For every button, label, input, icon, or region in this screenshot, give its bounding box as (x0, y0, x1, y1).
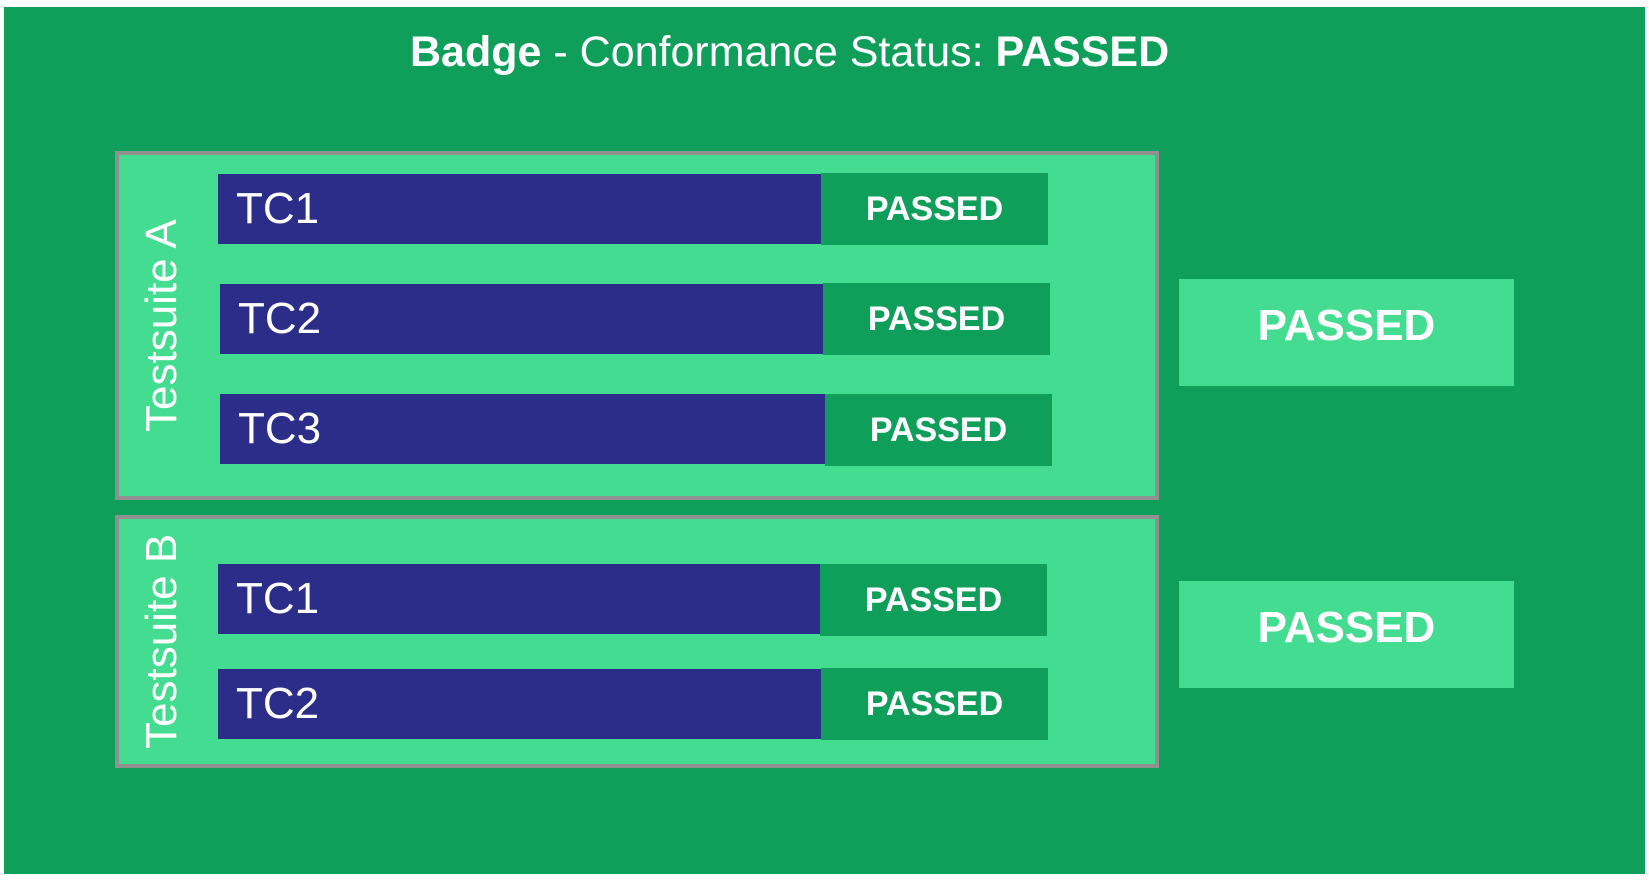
testcase-name: TC2 (218, 669, 821, 739)
badge-title-bold: Badge (410, 28, 542, 76)
testsuite-a-result: PASSED (1179, 279, 1514, 386)
testsuite-a-label: Testsuite A (137, 219, 186, 432)
testcase-status: PASSED (825, 394, 1052, 466)
testsuite-b-label: Testsuite B (137, 533, 186, 750)
testcase-status: PASSED (823, 283, 1050, 355)
testcase-name: TC1 (218, 564, 820, 634)
testcase-name: TC3 (220, 394, 825, 464)
testcase-status: PASSED (821, 173, 1048, 245)
testsuite-b-result: PASSED (1179, 581, 1514, 688)
testcase-status: PASSED (821, 668, 1048, 740)
badge-title-middle: - Conformance Status: (541, 28, 996, 76)
badge-title-status: PASSED (995, 28, 1170, 76)
badge-title: Badge - Conformance Status: PASSED (410, 22, 1169, 82)
testcase-name: TC1 (218, 174, 821, 244)
testcase-name: TC2 (220, 284, 823, 354)
testcase-status: PASSED (820, 564, 1047, 636)
